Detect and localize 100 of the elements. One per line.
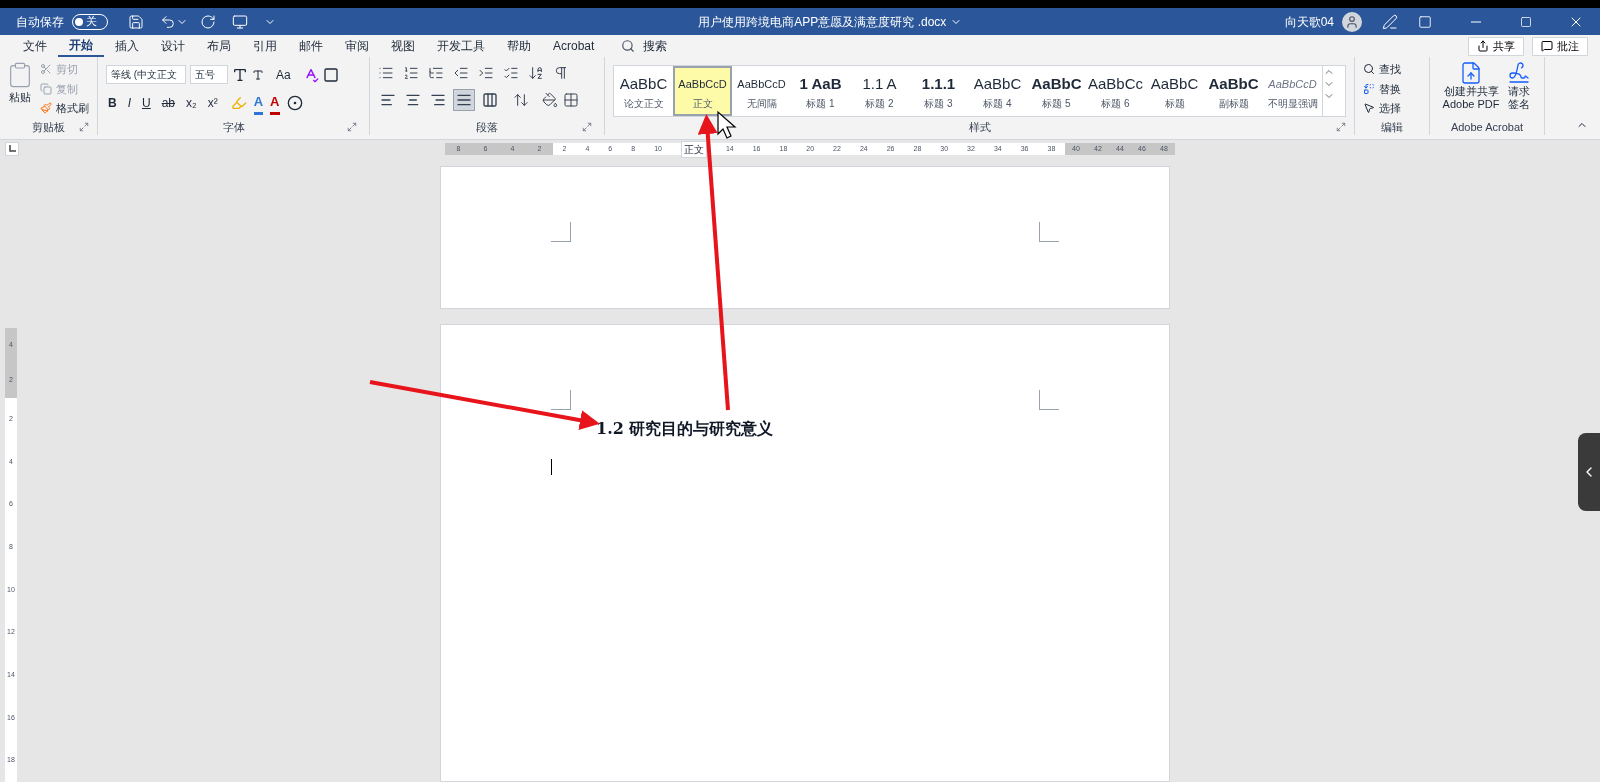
pen-icon[interactable] [1382, 13, 1398, 30]
menu-tab[interactable]: 审阅 [334, 35, 380, 57]
menu-tab[interactable]: 开发工具 [426, 35, 496, 57]
style-tile[interactable]: AaBbCcD 不明显强调 [1263, 66, 1322, 116]
font-color-button[interactable]: A [253, 92, 264, 115]
style-tile[interactable]: 1 AaB 标题 1 [791, 66, 850, 116]
format-painter-button[interactable]: 格式刷 [40, 100, 89, 117]
tab-selector[interactable] [5, 142, 19, 156]
save-icon[interactable] [128, 13, 144, 30]
decrease-indent-icon[interactable] [453, 65, 469, 81]
menu-tab[interactable]: 文件 [12, 35, 58, 57]
style-tile[interactable]: AaBbC 副标题 [1204, 66, 1263, 116]
select-button[interactable]: 选择 [1363, 100, 1421, 117]
numbering-icon[interactable] [403, 65, 419, 81]
margin-corner-mark [1039, 222, 1059, 242]
line-spacing-icon[interactable] [513, 92, 529, 108]
share-button[interactable]: 共享 [1468, 36, 1524, 56]
ribbon-display-icon[interactable] [1418, 14, 1432, 29]
style-tile[interactable]: AaBbC 标题 4 [968, 66, 1027, 116]
font-name-field[interactable]: 等线 (中文正文 [106, 65, 186, 84]
menu-tab[interactable]: 设计 [150, 35, 196, 57]
shading-icon[interactable] [542, 92, 558, 108]
format-toggle[interactable]: x₂ [184, 94, 199, 113]
search-icon [1363, 63, 1375, 76]
group-label: 字体 [222, 119, 245, 135]
request-signature-button[interactable]: 请求 签名 [1507, 61, 1532, 111]
menu-tab[interactable]: 插入 [104, 35, 150, 57]
menu-tab[interactable]: 邮件 [288, 35, 334, 57]
monitor-icon[interactable] [232, 13, 248, 30]
menu-tab[interactable]: Acrobat [542, 35, 606, 57]
increase-indent-icon[interactable] [478, 65, 494, 81]
tab-stop-icon [8, 145, 16, 153]
dialog-launcher-icon[interactable] [582, 122, 592, 132]
person-icon [1345, 14, 1359, 29]
style-tile[interactable]: 1.1.1 标题 3 [909, 66, 968, 116]
comments-button[interactable]: 批注 [1532, 36, 1588, 56]
pointer-icon [1363, 102, 1375, 115]
pilcrow-icon[interactable] [553, 65, 569, 81]
alignment-button[interactable] [480, 90, 500, 110]
alignment-icon [456, 92, 472, 108]
paste-button[interactable]: 粘贴 [4, 61, 36, 117]
menu-tab[interactable]: 视图 [380, 35, 426, 57]
font-size-field[interactable]: 五号 [190, 65, 228, 84]
dialog-launcher-icon[interactable] [79, 122, 89, 132]
restore-icon[interactable] [1520, 15, 1532, 28]
tooltip: 正文 [680, 140, 707, 158]
menu-tab[interactable]: 帮助 [496, 35, 542, 57]
style-tile[interactable]: AaBbC 标题 5 [1027, 66, 1086, 116]
group-label: Adobe Acrobat [1450, 119, 1524, 135]
style-tile[interactable]: AaBbCc 标题 6 [1086, 66, 1145, 116]
bullets-icon[interactable] [378, 65, 394, 81]
font-color-button[interactable]: A [270, 92, 280, 115]
style-tile[interactable]: AaBbCcD 正文 [673, 66, 732, 116]
style-tile[interactable]: AaBbC 标题 [1145, 66, 1204, 116]
margin-corner-mark [551, 390, 571, 410]
style-tile[interactable]: AaBbCcD 无间隔 [732, 66, 791, 116]
undo-icon[interactable] [160, 13, 176, 30]
alignment-icon [380, 92, 396, 108]
find-button[interactable]: 查找 [1363, 61, 1421, 78]
autosave-label: 自动保存 [16, 13, 64, 31]
user-name: 向天歌04 [1284, 13, 1334, 31]
alignment-icon [482, 92, 498, 108]
redo-icon[interactable] [200, 13, 216, 30]
multilevel-list-icon[interactable] [428, 65, 444, 81]
format-toggle[interactable]: x² [205, 94, 220, 113]
group-label: 剪贴板 [32, 119, 65, 135]
file-upload-icon [1459, 61, 1483, 85]
margin-corner-mark [551, 222, 571, 242]
format-toggle[interactable]: I [125, 94, 133, 113]
document-heading: 1.2 研究目的与研究意义 [596, 418, 775, 440]
style-tile[interactable]: AaBbC 论文正文 [614, 66, 673, 116]
format-toggle[interactable]: U [140, 94, 153, 113]
copy-icon [40, 82, 52, 95]
group-label: 样式 [968, 119, 991, 135]
scissors-icon [40, 63, 52, 76]
create-pdf-button[interactable]: 创建并共享 Adobe PDF [1442, 61, 1500, 111]
replace-icon [1363, 82, 1375, 95]
share-icon [1477, 40, 1489, 52]
style-tile[interactable]: 1.1 A 标题 2 [850, 66, 909, 116]
change-case-button[interactable]: Aa [276, 65, 291, 84]
borders-icon[interactable] [563, 92, 579, 108]
search-label[interactable]: 搜索 [643, 37, 668, 55]
alignment-button[interactable] [453, 89, 475, 111]
dialog-launcher-icon[interactable] [347, 122, 357, 132]
avatar[interactable] [1342, 11, 1362, 32]
group-label: 编辑 [1381, 120, 1403, 136]
menu-tab[interactable]: 布局 [196, 35, 242, 57]
sort-icon[interactable] [528, 65, 544, 81]
format-toggle[interactable]: ab [159, 94, 178, 113]
character-border-icon[interactable] [322, 66, 339, 83]
paintbrush-icon [40, 102, 52, 115]
replace-button[interactable]: 替换 [1363, 80, 1421, 97]
menu-tab[interactable]: 引用 [242, 35, 288, 57]
group-label: 段落 [476, 119, 498, 135]
side-panel-toggle[interactable] [1578, 433, 1600, 511]
dialog-launcher-icon[interactable] [1336, 122, 1346, 132]
search-icon[interactable] [621, 39, 636, 53]
format-toggle[interactable]: B [106, 94, 119, 113]
document-title: 用户使用跨境电商APP意愿及满意度研究 .docx [698, 13, 947, 31]
alignment-icon [405, 92, 421, 108]
